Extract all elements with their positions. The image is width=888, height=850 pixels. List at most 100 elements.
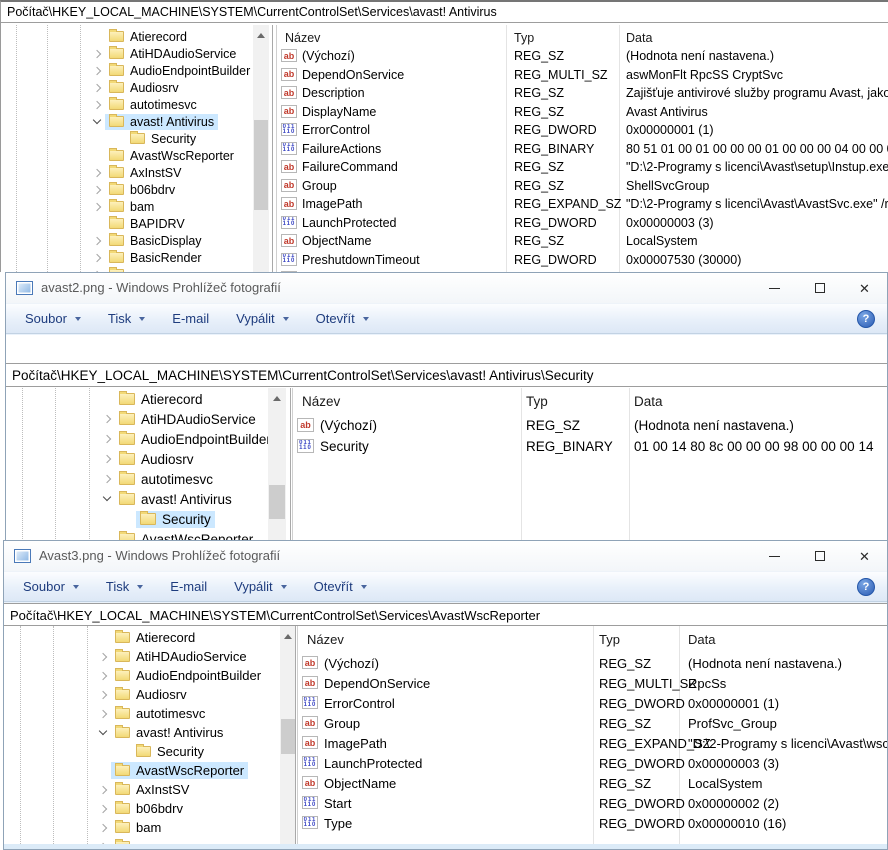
registry-value-row[interactable]: 011 110 FailureActions REG_BINARY 80 51 … — [277, 140, 888, 159]
tree-item[interactable]: avast! Antivirus — [1, 113, 253, 130]
scroll-up-icon — [280, 631, 296, 639]
column-header-name[interactable]: Název — [285, 31, 320, 45]
registry-address-bar[interactable]: Počítač\HKEY_LOCAL_MACHINE\SYSTEM\Curren… — [1, 2, 888, 23]
title-bar[interactable]: avast2.png - Windows Prohlížeč fotografi… — [6, 273, 887, 303]
tree-expander-icon[interactable] — [91, 115, 105, 129]
value-type: REG_SZ — [514, 234, 564, 248]
tree-item[interactable]: Audiosrv — [1, 79, 253, 96]
menu-item[interactable]: Soubor — [23, 579, 79, 594]
menu-item[interactable]: Tisk — [108, 311, 145, 326]
tree-expander-icon[interactable] — [91, 47, 105, 61]
registry-value-row[interactable]: ab DisplayName REG_SZ Avast Antivirus — [277, 103, 888, 122]
close-button[interactable]: ✕ — [842, 541, 887, 571]
window-controls: ✕ — [752, 541, 887, 571]
tree-item-label: avast! Antivirus — [136, 725, 223, 740]
column-header-type[interactable]: Typ — [514, 31, 534, 45]
regedit-panes: Atierecord AtiHDAudioService AudioEndpoi… — [4, 626, 887, 844]
help-icon: ? — [863, 581, 870, 593]
tree-item[interactable]: AudioEndpointBuilder — [1, 62, 253, 79]
value-type-icon: ab — [281, 49, 297, 62]
minimize-button[interactable] — [752, 273, 797, 303]
tree-expander-icon — [97, 650, 111, 664]
tree-item: Audiosrv — [6, 449, 268, 469]
tree-item[interactable]: BasicDisplay — [1, 232, 253, 249]
registry-value-row[interactable]: ab (Výchozí) REG_SZ (Hodnota není nastav… — [277, 47, 888, 66]
folder-icon — [109, 116, 124, 127]
registry-value-row[interactable]: ab Description REG_SZ Zajišťuje antiviro… — [277, 84, 888, 103]
column-header-data[interactable]: Data — [626, 31, 652, 45]
tree-expander-icon — [101, 412, 115, 426]
menu-item-label: Tisk — [106, 579, 129, 594]
registry-value-row[interactable]: ab ObjectName REG_SZ LocalSystem — [277, 232, 888, 251]
scrollbar-thumb[interactable] — [254, 120, 268, 210]
tree-item[interactable]: AxInstSV — [1, 164, 253, 181]
tree-expander-icon[interactable] — [91, 217, 105, 231]
value-type: REG_DWORD — [599, 796, 685, 811]
registry-value-row[interactable]: ab DependOnService REG_MULTI_SZ aswMonFl… — [277, 66, 888, 85]
folder-icon — [119, 473, 135, 485]
tree-item[interactable]: autotimesvc — [1, 96, 253, 113]
tree-expander-icon[interactable] — [112, 132, 126, 146]
tree-expander-icon[interactable] — [91, 200, 105, 214]
close-button[interactable]: ✕ — [842, 273, 887, 303]
tree-item-label: AtiHDAudioService — [141, 412, 256, 427]
menu-item[interactable]: E-mail — [170, 579, 207, 594]
menu-item[interactable]: Vypálit — [236, 311, 289, 326]
tree-item[interactable]: b06bdrv — [1, 181, 253, 198]
minimize-icon — [769, 288, 780, 289]
tree-expander-icon[interactable] — [91, 149, 105, 163]
menu-items: Soubor Tisk E-mail Vypálit — [23, 579, 394, 594]
tree-expander-icon[interactable] — [91, 30, 105, 44]
pane-divider[interactable] — [272, 25, 273, 272]
tree-expander-icon[interactable] — [91, 234, 105, 248]
value-type-icon: 011 110 — [281, 123, 297, 136]
title-bar[interactable]: Avast3.png - Windows Prohlížeč fotografi… — [4, 541, 887, 571]
registry-value-row[interactable]: 011 110 LaunchProtected REG_DWORD 0x0000… — [277, 214, 888, 233]
scroll-up-icon[interactable] — [253, 30, 269, 38]
menu-item[interactable]: Otevřít — [316, 311, 369, 326]
menu-item[interactable]: Soubor — [25, 311, 81, 326]
value-data: RpcSs — [688, 676, 726, 691]
tree-expander-icon[interactable] — [91, 98, 105, 112]
help-button[interactable]: ? — [857, 310, 875, 328]
maximize-button[interactable] — [797, 541, 842, 571]
tree-expander-icon[interactable] — [91, 166, 105, 180]
tree-expander-icon[interactable] — [91, 64, 105, 78]
registry-value-row[interactable]: 011 110 PreshutdownTimeout REG_DWORD 0x0… — [277, 251, 888, 270]
help-button[interactable]: ? — [857, 578, 875, 596]
regedit-panes: Atierecord AtiHDAudioService AudioEndpoi… — [1, 25, 888, 272]
tree-scrollbar[interactable] — [253, 25, 269, 272]
maximize-button[interactable] — [797, 273, 842, 303]
tree-item-highlight: Atierecord — [105, 29, 191, 45]
minimize-button[interactable] — [752, 541, 797, 571]
registry-value-row[interactable]: ab FailureCommand REG_SZ "D:\2-Programy … — [277, 158, 888, 177]
registry-value-row[interactable]: 011 110 ErrorControl REG_DWORD 0x0000000… — [277, 121, 888, 140]
tree-item[interactable]: BasicRender — [1, 249, 253, 266]
tree-expander-icon — [101, 452, 115, 466]
menu-item[interactable]: Vypálit — [234, 579, 287, 594]
tree-item-label: b06bdrv — [130, 183, 175, 197]
tree-item[interactable]: AvastWscReporter — [1, 147, 253, 164]
tree-expander-icon[interactable] — [91, 81, 105, 95]
column-header-type: Typ — [599, 632, 620, 647]
value-type: REG_SZ — [599, 656, 651, 671]
tree-item-label: autotimesvc — [136, 706, 205, 721]
value-type-icon: ab — [302, 776, 318, 789]
menu-item[interactable]: Tisk — [106, 579, 143, 594]
tree-item[interactable]: BAPIDRV — [1, 215, 253, 232]
menu-item[interactable]: E-mail — [172, 311, 209, 326]
folder-icon — [115, 841, 130, 844]
menu-item[interactable]: Otevřít — [314, 579, 367, 594]
tree-item-highlight: AxInstSV — [105, 165, 185, 181]
tree-expander-icon[interactable] — [91, 251, 105, 265]
registry-value-row[interactable]: ab ImagePath REG_EXPAND_SZ "D:\2-Program… — [277, 195, 888, 214]
tree-item[interactable]: Security — [1, 130, 253, 147]
tree-item[interactable]: bam — [1, 198, 253, 215]
tree-item[interactable]: AtiHDAudioService — [1, 45, 253, 62]
tree-item[interactable]: Atierecord — [1, 28, 253, 45]
tree-expander-icon[interactable] — [91, 183, 105, 197]
tree-item: bam — [4, 818, 280, 837]
folder-icon — [109, 167, 124, 178]
tree-item-highlight: avast! Antivirus — [111, 724, 227, 741]
registry-value-row[interactable]: ab Group REG_SZ ShellSvcGroup — [277, 177, 888, 196]
